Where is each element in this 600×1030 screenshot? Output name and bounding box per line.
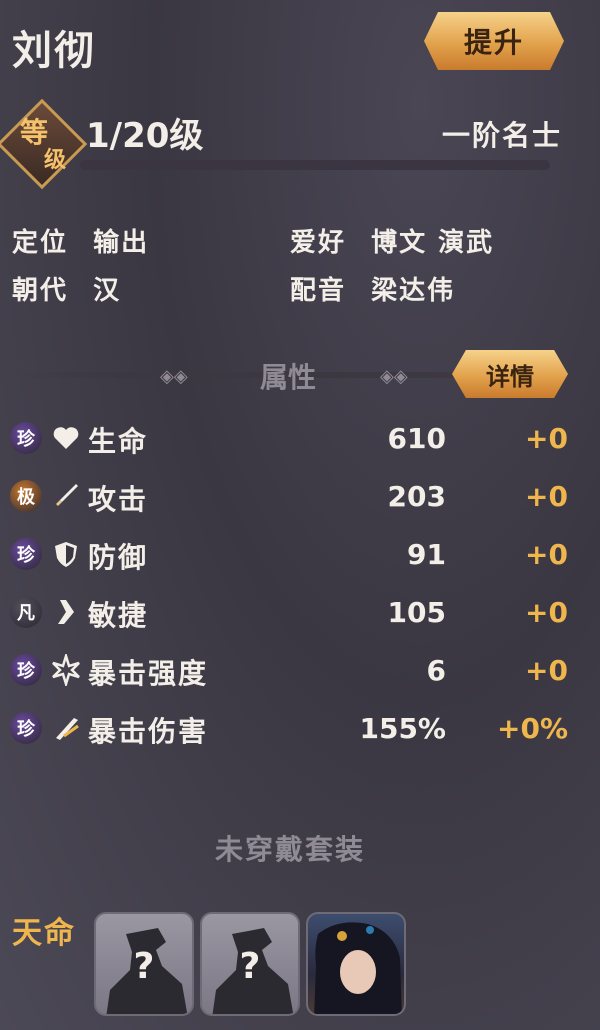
- stat-value: 610: [387, 422, 446, 455]
- stat-bonus: +0: [525, 538, 568, 571]
- rarity-badge: 极: [10, 480, 42, 512]
- rarity-badge: 珍: [10, 712, 42, 744]
- stat-bonus: +0: [525, 480, 568, 513]
- unknown-mark: ?: [239, 946, 261, 987]
- stat-row: 珍 暴击伤害 155% +0%: [0, 706, 600, 754]
- heart-icon: [50, 422, 82, 454]
- shield-icon: [50, 538, 82, 570]
- info-position: 定位 输出: [12, 222, 149, 259]
- ornament-left-icon: ◈◈: [160, 366, 188, 387]
- level-badge-label: 等 级: [12, 118, 76, 178]
- fate-label: 天命: [12, 916, 76, 951]
- character-portrait-icon: [314, 922, 402, 1014]
- stat-value: 203: [387, 480, 446, 513]
- hero-name: 刘彻: [12, 28, 96, 74]
- hero-panel: 刘彻 提升 等 级 1/20级 一阶名士 定位 输出 朝代 汉 爱好 博文 演武…: [0, 0, 600, 1030]
- voice-value: 梁达伟: [371, 276, 456, 306]
- info-voice: 配音 梁达伟: [290, 270, 455, 307]
- stat-label: 暴击强度: [88, 657, 209, 690]
- level-progress-bar: [80, 160, 550, 170]
- dynasty-label: 朝代: [12, 276, 69, 306]
- set-status: 未穿戴套装: [214, 833, 365, 866]
- position-label: 定位: [12, 228, 69, 258]
- stat-row: 珍 暴击强度 6 +0: [0, 648, 600, 696]
- level-value: 1/20级: [86, 116, 204, 156]
- dynasty-value: 汉: [93, 276, 122, 306]
- stat-label: 防御: [88, 541, 149, 574]
- sword-icon: [50, 480, 82, 512]
- fate-slot-locked-1[interactable]: ?: [94, 912, 194, 1016]
- fate-portrait[interactable]: [306, 912, 406, 1016]
- stat-label: 敏捷: [88, 599, 149, 632]
- stat-value: 91: [407, 538, 446, 571]
- stat-bonus: +0: [525, 654, 568, 687]
- stat-bonus: +0: [525, 422, 568, 455]
- rarity-badge: 珍: [10, 538, 42, 570]
- rarity-badge: 珍: [10, 422, 42, 454]
- stat-label: 暴击伤害: [88, 715, 209, 748]
- star-burst-icon: [50, 651, 82, 689]
- ornament-right-icon: ◈◈: [380, 366, 408, 387]
- stat-value: 6: [426, 654, 446, 687]
- hobby-label: 爱好: [290, 228, 347, 258]
- stat-row: 珍 生命 610 +0: [0, 416, 600, 464]
- level-badge-top: 等: [20, 116, 49, 149]
- stat-row: 极 攻击 203 +0: [0, 474, 600, 522]
- stat-value: 105: [387, 596, 446, 629]
- rarity-badge: 珍: [10, 654, 42, 686]
- boot-icon: [50, 596, 82, 628]
- rarity-badge: 凡: [10, 596, 42, 628]
- slash-icon: [50, 712, 82, 744]
- stat-label: 攻击: [88, 483, 149, 516]
- details-button[interactable]: 详情: [452, 350, 568, 398]
- stat-value: 155%: [359, 712, 446, 745]
- stat-row: 凡 敏捷 105 +0: [0, 590, 600, 638]
- upgrade-button[interactable]: 提升: [424, 12, 564, 70]
- info-hobby: 爱好 博文 演武: [290, 222, 494, 259]
- stat-row: 珍 防御 91 +0: [0, 532, 600, 580]
- level-badge-bottom: 级: [44, 148, 67, 173]
- rank-title: 一阶名士: [441, 119, 562, 152]
- stat-bonus: +0: [525, 596, 568, 629]
- hobby-value: 博文 演武: [371, 228, 495, 258]
- stat-bonus: +0%: [497, 712, 568, 745]
- stat-label: 生命: [88, 425, 149, 458]
- attributes-title: 属性: [260, 361, 317, 394]
- voice-label: 配音: [290, 276, 347, 306]
- info-dynasty: 朝代 汉: [12, 270, 121, 307]
- fate-slot-locked-2[interactable]: ?: [200, 912, 300, 1016]
- unknown-mark: ?: [133, 946, 155, 987]
- position-value: 输出: [93, 228, 150, 258]
